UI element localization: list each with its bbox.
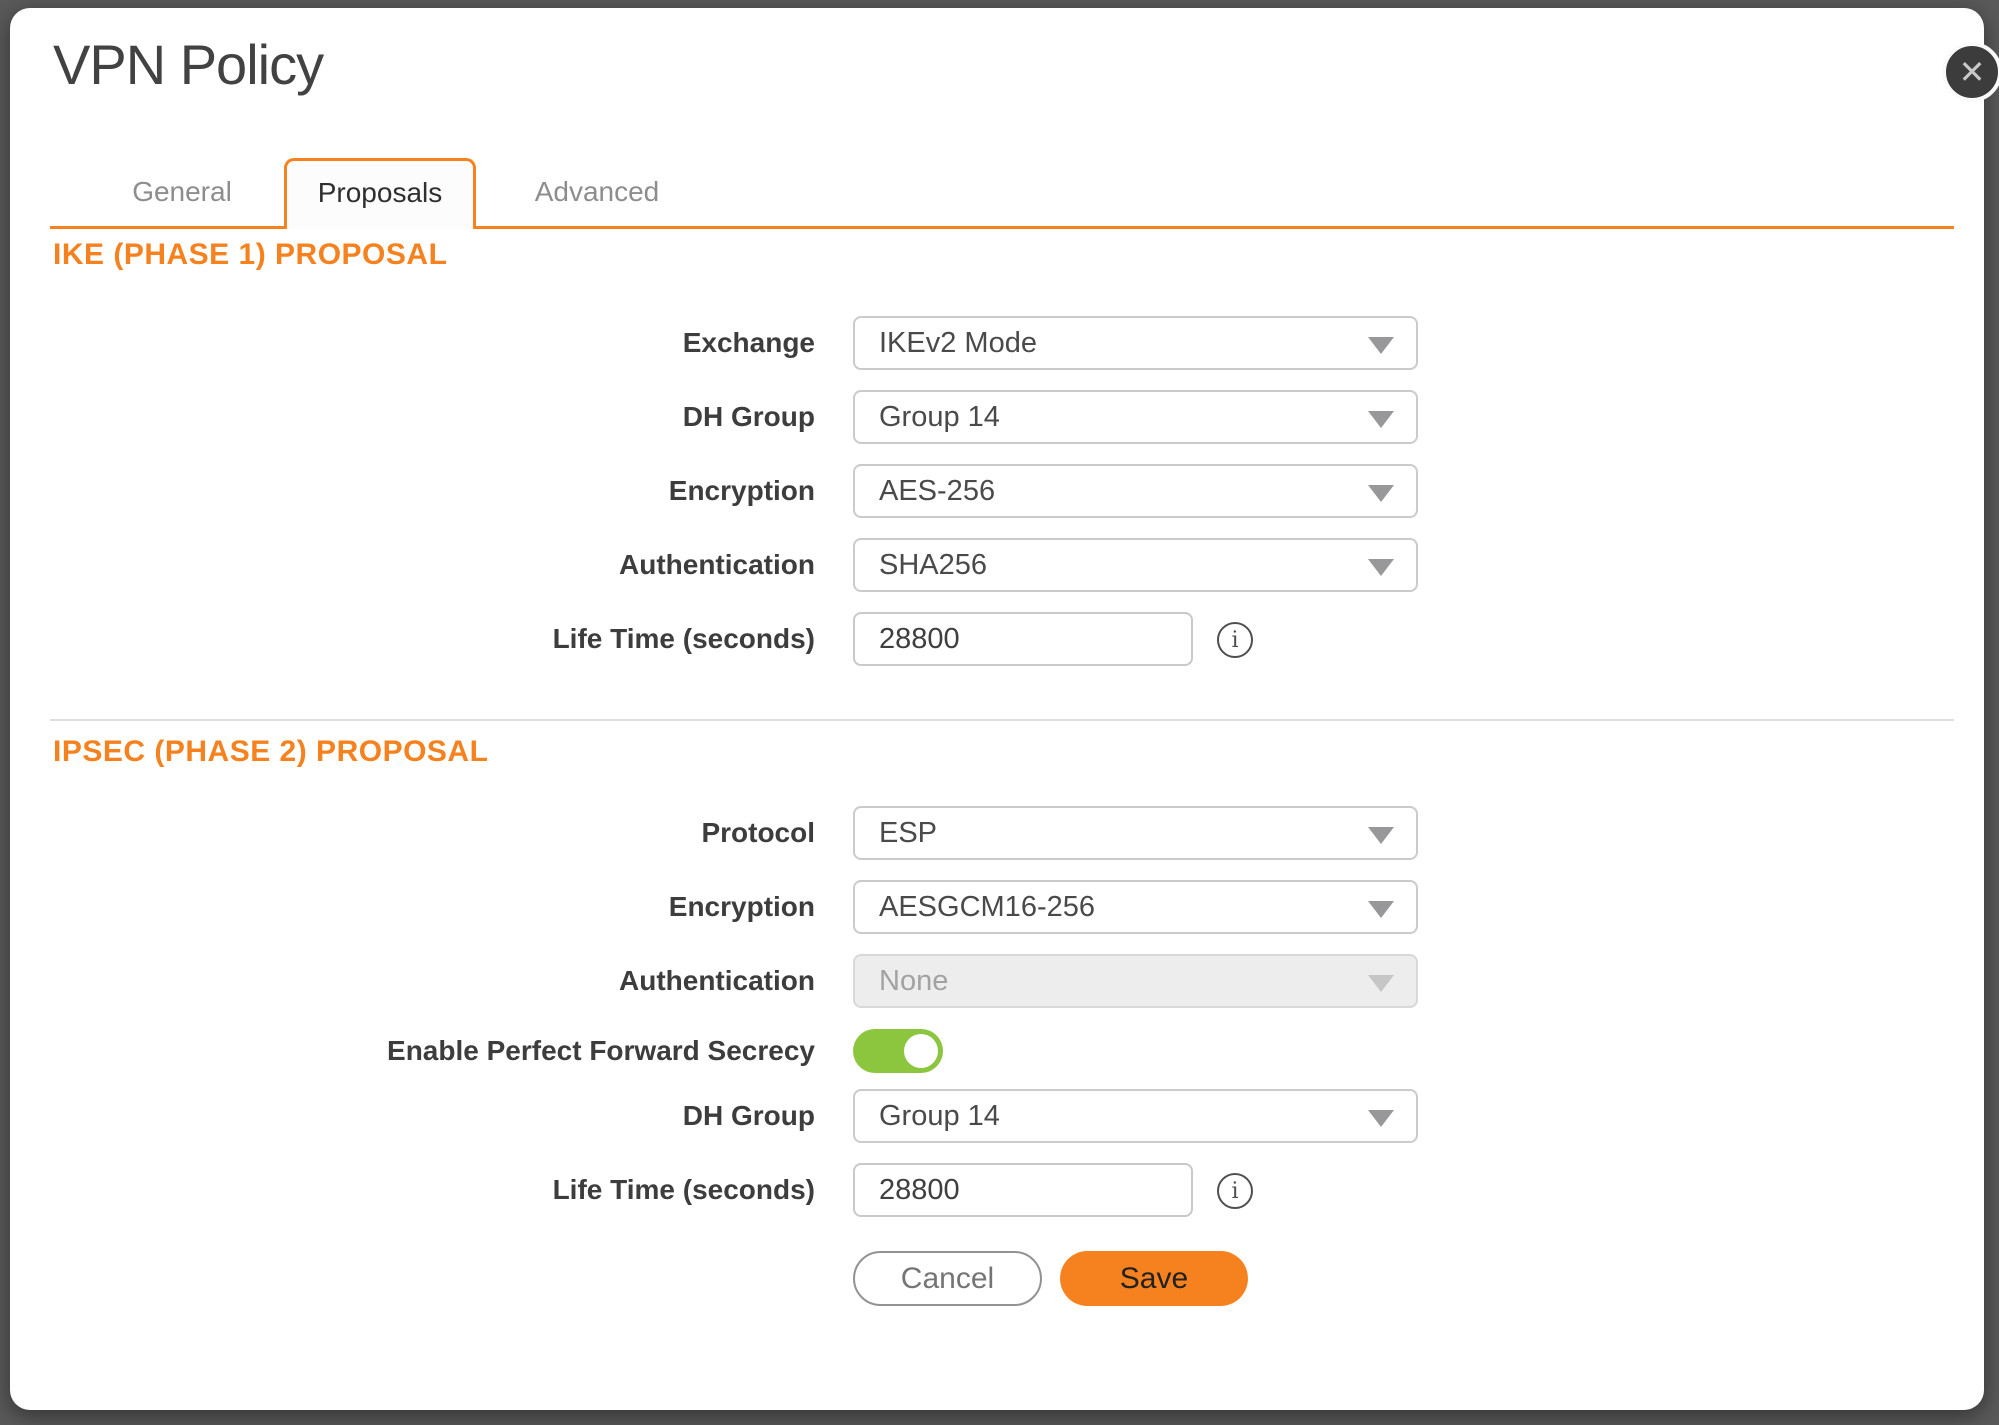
chevron-down-icon xyxy=(1368,411,1394,428)
ipsec-life-time-input[interactable] xyxy=(853,1163,1193,1217)
ipsec-dh-group-label: DH Group xyxy=(50,1089,815,1143)
ipsec-encryption-value: AESGCM16-256 xyxy=(879,891,1095,923)
exchange-row: Exchange IKEv2 Mode xyxy=(10,316,1984,370)
ike-dh-group-dropdown[interactable]: Group 14 xyxy=(853,390,1418,444)
ike-dh-group-row: DH Group Group 14 xyxy=(10,390,1984,444)
cancel-button[interactable]: Cancel xyxy=(853,1251,1042,1306)
protocol-value: ESP xyxy=(879,817,937,849)
ipsec-authentication-label: Authentication xyxy=(50,954,815,1008)
ike-life-time-label: Life Time (seconds) xyxy=(50,612,815,666)
ike-authentication-label: Authentication xyxy=(50,538,815,592)
ike-encryption-dropdown[interactable]: AES-256 xyxy=(853,464,1418,518)
chevron-down-icon xyxy=(1368,485,1394,502)
ipsec-authentication-row: Authentication None xyxy=(10,954,1984,1008)
protocol-dropdown[interactable]: ESP xyxy=(853,806,1418,860)
ike-life-time-input[interactable] xyxy=(853,612,1193,666)
pfs-toggle[interactable] xyxy=(853,1029,943,1073)
exchange-dropdown[interactable]: IKEv2 Mode xyxy=(853,316,1418,370)
ike-dh-group-value: Group 14 xyxy=(879,401,1000,433)
close-icon: ✕ xyxy=(1959,53,1986,91)
ipsec-encryption-label: Encryption xyxy=(50,880,815,934)
tab-advanced[interactable]: Advanced xyxy=(507,158,687,226)
chevron-down-icon xyxy=(1368,901,1394,918)
ipsec-section-title: IPSEC (PHASE 2) PROPOSAL xyxy=(53,735,488,769)
chevron-down-icon xyxy=(1368,827,1394,844)
ike-life-time-row: Life Time (seconds) i xyxy=(10,612,1984,666)
page-title: VPN Policy xyxy=(53,32,323,97)
exchange-value: IKEv2 Mode xyxy=(879,327,1037,359)
pfs-row: Enable Perfect Forward Secrecy xyxy=(10,1024,1984,1078)
ike-encryption-row: Encryption AES-256 xyxy=(10,464,1984,518)
ipsec-dh-group-dropdown[interactable]: Group 14 xyxy=(853,1089,1418,1143)
pfs-label: Enable Perfect Forward Secrecy xyxy=(50,1024,815,1078)
ipsec-encryption-dropdown[interactable]: AESGCM16-256 xyxy=(853,880,1418,934)
tab-proposals[interactable]: Proposals xyxy=(284,158,476,229)
ike-authentication-value: SHA256 xyxy=(879,549,987,581)
ipsec-encryption-row: Encryption AESGCM16-256 xyxy=(10,880,1984,934)
tab-general[interactable]: General xyxy=(102,158,262,226)
chevron-down-icon xyxy=(1368,337,1394,354)
ike-encryption-value: AES-256 xyxy=(879,475,995,507)
protocol-label: Protocol xyxy=(50,806,815,860)
chevron-down-icon xyxy=(1368,559,1394,576)
ipsec-authentication-value: None xyxy=(879,965,948,997)
info-icon[interactable]: i xyxy=(1217,1173,1253,1209)
ipsec-life-time-row: Life Time (seconds) i xyxy=(10,1163,1984,1217)
ike-authentication-dropdown[interactable]: SHA256 xyxy=(853,538,1418,592)
close-button[interactable]: ✕ xyxy=(1942,42,1999,102)
ike-dh-group-label: DH Group xyxy=(50,390,815,444)
ipsec-dh-group-row: DH Group Group 14 xyxy=(10,1089,1984,1143)
info-icon[interactable]: i xyxy=(1217,622,1253,658)
chevron-down-icon xyxy=(1368,1110,1394,1127)
ike-authentication-row: Authentication SHA256 xyxy=(10,538,1984,592)
chevron-down-icon xyxy=(1368,975,1394,992)
exchange-label: Exchange xyxy=(50,316,815,370)
vpn-policy-dialog: VPN Policy ✕ General Proposals Advanced … xyxy=(10,8,1984,1410)
protocol-row: Protocol ESP xyxy=(10,806,1984,860)
pfs-toggle-knob xyxy=(904,1034,938,1068)
section-divider xyxy=(50,719,1954,721)
ipsec-life-time-label: Life Time (seconds) xyxy=(50,1163,815,1217)
ipsec-dh-group-value: Group 14 xyxy=(879,1100,1000,1132)
save-button[interactable]: Save xyxy=(1060,1251,1248,1306)
ike-encryption-label: Encryption xyxy=(50,464,815,518)
ipsec-authentication-dropdown-disabled: None xyxy=(853,954,1418,1008)
ike-section-title: IKE (PHASE 1) PROPOSAL xyxy=(53,238,447,272)
